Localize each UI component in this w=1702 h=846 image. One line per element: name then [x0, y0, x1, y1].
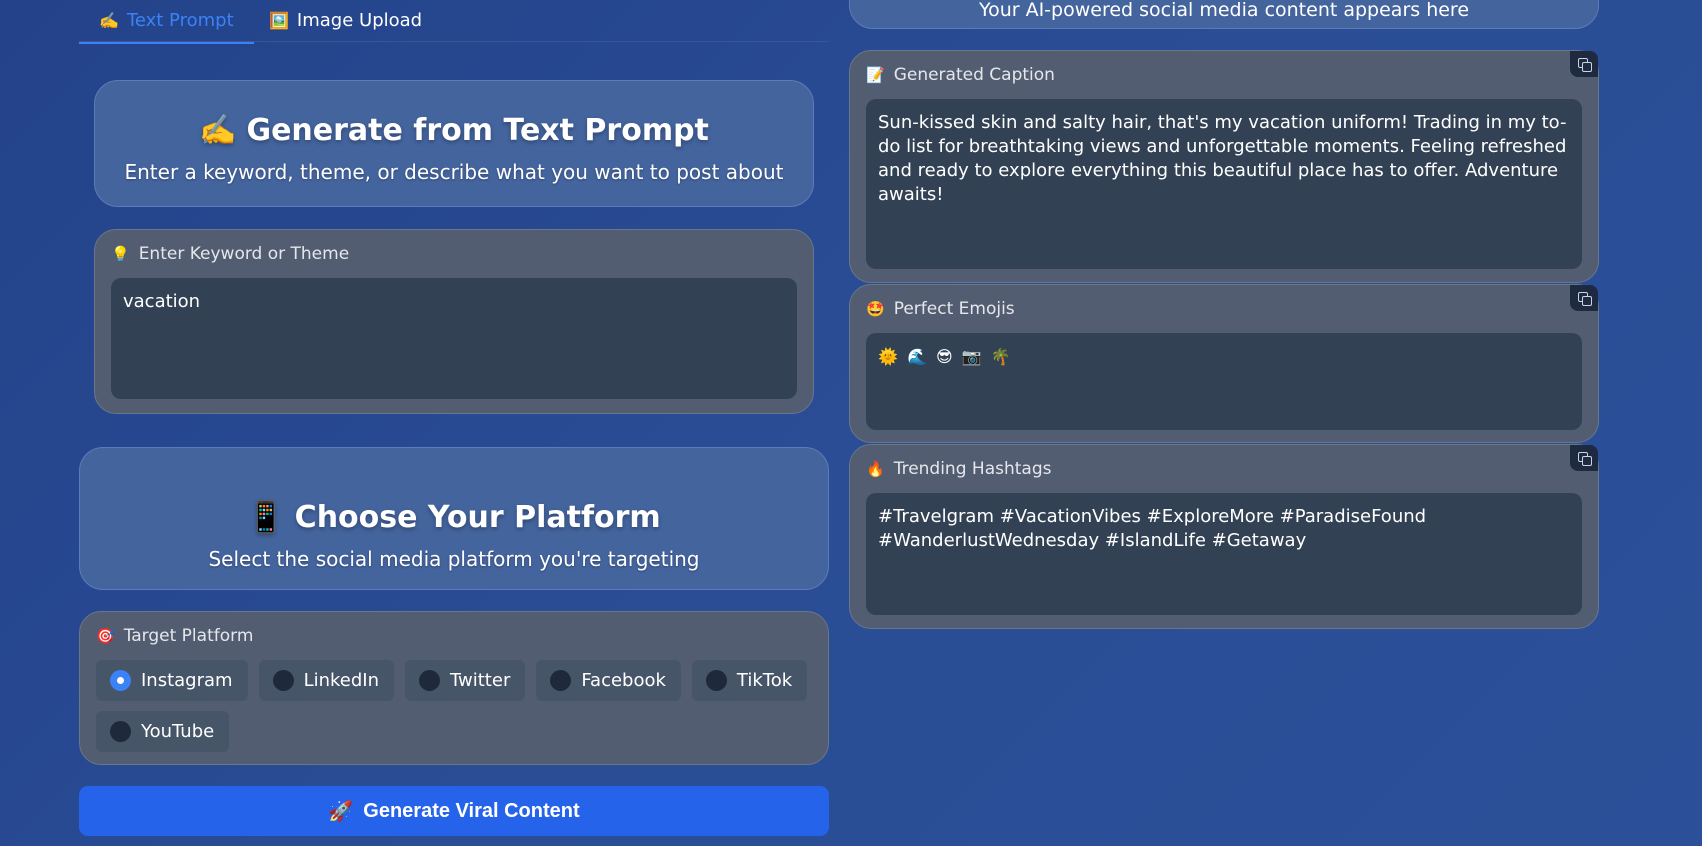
platform-option-tiktok[interactable]: TikTok — [691, 660, 808, 701]
keyword-panel: 💡 Enter Keyword or Theme vacation — [94, 229, 814, 414]
platform-header-card: 📱 Choose Your Platform Select the social… — [79, 447, 829, 590]
output-banner-text: Your AI-powered social media content app… — [978, 0, 1470, 21]
radio-unchecked-icon[interactable] — [110, 721, 131, 742]
text-prompt-title: Generate from Text Prompt — [246, 113, 709, 148]
target-icon: 🎯 — [96, 627, 115, 645]
platform-title-row: 📱 Choose Your Platform — [80, 500, 828, 535]
tab-image-upload-label: Image Upload — [296, 10, 423, 31]
writing-hand-icon: ✍️ — [199, 113, 237, 148]
hashtags-output[interactable]: #Travelgram #VacationVibes #ExploreMore … — [866, 493, 1582, 615]
text-prompt-subtitle: Enter a keyword, theme, or describe what… — [124, 160, 784, 184]
target-platform-panel: 🎯 Target Platform Instagram LinkedIn Twi… — [79, 611, 829, 765]
output-header-card: Your AI-powered social media content app… — [849, 0, 1599, 29]
platform-subtitle: Select the social media platform you're … — [208, 547, 700, 571]
tab-text-prompt[interactable]: ✍️ Text Prompt — [79, 10, 254, 44]
tab-bar: ✍️ Text Prompt 🖼️ Image Upload — [79, 0, 829, 44]
emojis-label-row: 🤩 Perfect Emojis — [866, 299, 1015, 319]
tab-text-prompt-label: Text Prompt — [126, 10, 234, 31]
copy-hashtags-button[interactable] — [1570, 445, 1598, 471]
radio-checked-icon[interactable] — [110, 670, 131, 691]
copy-caption-button[interactable] — [1570, 51, 1598, 77]
copy-icon — [1578, 58, 1592, 72]
platform-option-twitter[interactable]: Twitter — [405, 660, 526, 701]
generate-button-label: Generate Viral Content — [363, 799, 580, 822]
target-platform-label: Target Platform — [123, 626, 254, 646]
platform-option-label: Instagram — [141, 670, 233, 691]
generated-caption-panel: 📝 Generated Caption Sun-kissed skin and … — [849, 50, 1599, 283]
trending-hashtags-panel: 🔥 Trending Hashtags #Travelgram #Vacatio… — [849, 444, 1599, 629]
rocket-icon: 🚀 — [328, 800, 354, 823]
fire-icon: 🔥 — [866, 460, 885, 478]
radio-unchecked-icon[interactable] — [272, 670, 294, 691]
emojis-output[interactable]: 🌞 🌊 😎 📷 🌴 — [866, 333, 1582, 430]
lightbulb-icon: 💡 — [111, 245, 130, 263]
platform-option-label: YouTube — [141, 721, 215, 742]
platform-option-label: LinkedIn — [303, 670, 380, 691]
platform-title: Choose Your Platform — [294, 500, 661, 535]
caption-output[interactable]: Sun-kissed skin and salty hair, that's m… — [866, 99, 1582, 269]
keyword-label-row: 💡 Enter Keyword or Theme — [111, 244, 349, 264]
tab-image-upload[interactable]: 🖼️ Image Upload — [269, 10, 422, 31]
platform-option-instagram[interactable]: Instagram — [96, 660, 248, 701]
platform-option-label: TikTok — [736, 670, 793, 691]
radio-unchecked-icon[interactable] — [419, 670, 441, 691]
text-prompt-header-card: ✍️ Generate from Text Prompt Enter a key… — [94, 80, 814, 207]
platform-option-youtube[interactable]: YouTube — [96, 711, 230, 752]
text-prompt-title-row: ✍️ Generate from Text Prompt — [95, 113, 813, 148]
radio-unchecked-icon[interactable] — [550, 670, 572, 691]
keyword-label: Enter Keyword or Theme — [138, 244, 350, 264]
platform-option-facebook[interactable]: Facebook — [536, 660, 681, 701]
hashtags-label: Trending Hashtags — [893, 459, 1052, 479]
platform-option-linkedin[interactable]: LinkedIn — [258, 660, 395, 701]
image-icon: 🖼️ — [269, 11, 289, 30]
platform-option-label: Twitter — [450, 670, 511, 691]
star-struck-icon: 🤩 — [866, 300, 885, 318]
target-platform-label-row: 🎯 Target Platform — [96, 626, 253, 646]
hashtags-label-row: 🔥 Trending Hashtags — [866, 459, 1051, 479]
copy-emojis-button[interactable] — [1570, 285, 1598, 311]
copy-icon — [1578, 452, 1592, 466]
platform-radio-group: Instagram LinkedIn Twitter Facebook TikT… — [96, 660, 816, 752]
writing-hand-icon: ✍️ — [99, 11, 119, 30]
caption-label-row: 📝 Generated Caption — [866, 65, 1055, 85]
platform-option-label: Facebook — [581, 670, 666, 691]
caption-label: Generated Caption — [893, 65, 1055, 85]
perfect-emojis-panel: 🤩 Perfect Emojis 🌞 🌊 😎 📷 🌴 — [849, 284, 1599, 443]
memo-icon: 📝 — [866, 66, 885, 84]
emojis-label: Perfect Emojis — [893, 299, 1015, 319]
generate-viral-content-button[interactable]: 🚀 Generate Viral Content — [79, 786, 829, 836]
mobile-phone-icon: 📱 — [247, 500, 285, 535]
radio-unchecked-icon[interactable] — [705, 670, 727, 691]
keyword-input[interactable]: vacation — [111, 278, 797, 399]
copy-icon — [1578, 292, 1592, 306]
